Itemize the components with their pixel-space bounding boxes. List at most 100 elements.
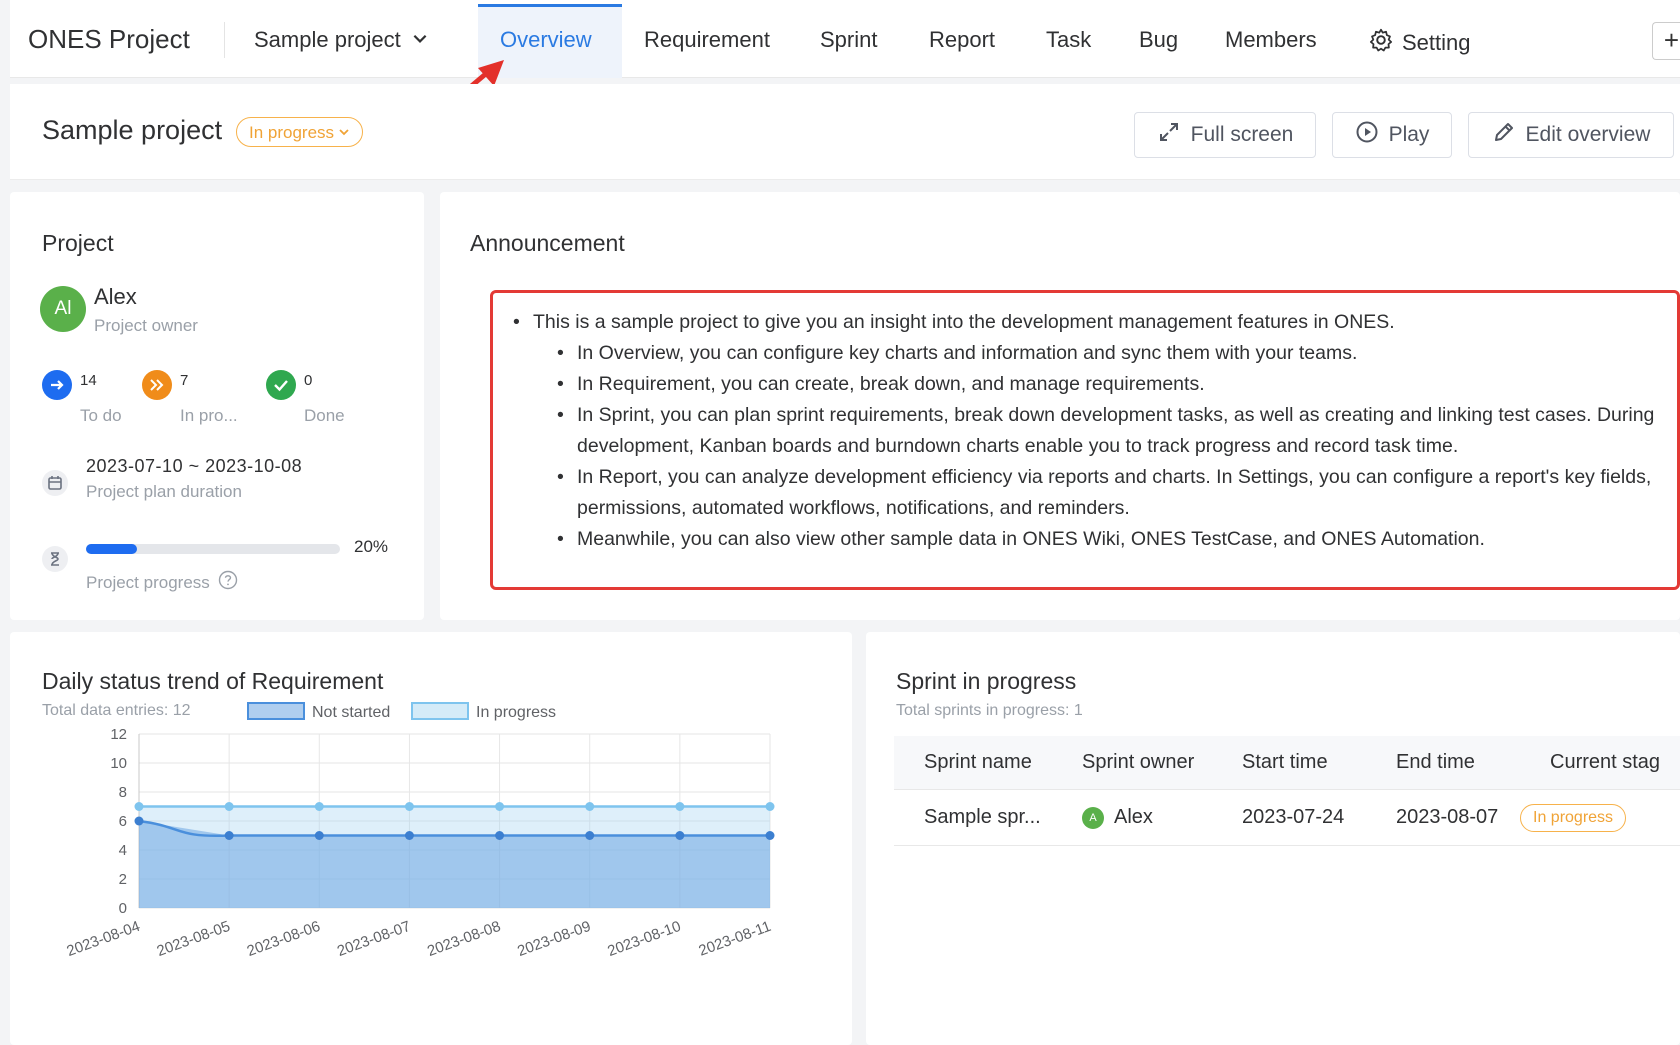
x-tick-label: 2023-08-07 xyxy=(335,918,413,960)
progress-bar-fill xyxy=(86,544,137,554)
x-tick-label: 2023-08-11 xyxy=(696,918,773,960)
avatar: Al xyxy=(40,286,86,332)
expand-icon xyxy=(1157,120,1181,150)
column-header[interactable]: End time xyxy=(1396,751,1475,774)
status-badge[interactable]: In progress xyxy=(236,117,364,147)
plan-dates-label: Project plan duration xyxy=(86,482,242,501)
trend-chart-card: Daily status trend of Requirement Total … xyxy=(10,632,852,1045)
legend-label-not-started: Not started xyxy=(312,704,390,721)
x-tick-label: 2023-08-04 xyxy=(64,918,142,960)
help-icon[interactable] xyxy=(218,570,238,595)
y-tick-label: 4 xyxy=(119,842,127,859)
tab-overview[interactable]: Overview xyxy=(500,27,592,53)
full-screen-label: Full screen xyxy=(1190,123,1294,146)
data-point-in-progress xyxy=(585,802,595,811)
progress-percent: 20% xyxy=(354,537,389,556)
play-button[interactable]: Play xyxy=(1332,112,1452,158)
tab-requirement[interactable]: Requirement xyxy=(644,27,770,53)
chevron-down-icon xyxy=(338,119,350,146)
sprint-table-clip: Sprint name Sprint owner Start time End … xyxy=(866,632,1680,1045)
project-selector-label: Sample project xyxy=(254,27,401,52)
data-point-in-progress xyxy=(134,802,144,811)
tab-bug[interactable]: Bug xyxy=(1139,27,1178,53)
announcement-list: This is a sample project to give you an … xyxy=(511,307,1655,555)
table-header: Sprint name Sprint owner Start time End … xyxy=(894,736,1680,790)
announcement-item: In Overview, you can configure key chart… xyxy=(555,338,1655,369)
announcement-title: Announcement xyxy=(470,230,625,256)
play-label: Play xyxy=(1388,123,1430,146)
announcement-item: This is a sample project to give you an … xyxy=(511,307,1655,338)
owner-role: Project owner xyxy=(94,316,198,335)
column-header[interactable]: Sprint owner xyxy=(1082,751,1194,774)
x-tick-label: 2023-08-05 xyxy=(155,918,233,960)
progress-bar xyxy=(86,544,340,554)
edit-overview-button[interactable]: Edit overview xyxy=(1468,112,1674,158)
in-progress-count: 7 xyxy=(180,372,189,389)
data-point-not-started xyxy=(765,831,775,840)
data-point-not-started xyxy=(404,831,414,840)
data-point-in-progress xyxy=(675,802,685,811)
column-header[interactable]: Current stag xyxy=(1550,751,1660,774)
arrow-right-icon xyxy=(42,370,72,400)
tab-members[interactable]: Members xyxy=(1225,27,1317,53)
check-icon xyxy=(266,370,296,400)
data-point-not-started xyxy=(134,816,144,826)
data-point-in-progress xyxy=(314,802,324,811)
y-tick-label: 2 xyxy=(119,871,127,888)
sprint-name[interactable]: Sample spr... xyxy=(924,806,1041,829)
add-button[interactable]: + xyxy=(1652,22,1680,60)
top-nav: ONES Project Sample project Overview Req… xyxy=(10,0,1680,78)
hourglass-icon xyxy=(42,546,68,572)
chevron-down-icon xyxy=(411,27,429,53)
y-tick-label: 8 xyxy=(119,784,127,801)
legend-swatch-in-progress xyxy=(411,702,469,720)
data-point-not-started xyxy=(224,831,234,840)
legend-swatch-not-started xyxy=(247,702,305,720)
in-progress-label: In pro... xyxy=(180,406,238,425)
page-title: Sample project xyxy=(42,115,223,145)
x-tick-label: 2023-08-08 xyxy=(425,918,503,960)
y-tick-label: 12 xyxy=(110,726,127,743)
data-point-in-progress xyxy=(404,802,414,811)
tab-sprint[interactable]: Sprint xyxy=(820,27,877,53)
edit-overview-label: Edit overview xyxy=(1525,123,1651,146)
y-tick-label: 6 xyxy=(119,813,127,830)
page-header: Sample project In progress Full screen P… xyxy=(10,84,1680,180)
data-point-in-progress xyxy=(224,802,234,811)
y-tick-label: 0 xyxy=(119,900,127,917)
tab-report[interactable]: Report xyxy=(929,27,995,53)
status-badge-label: In progress xyxy=(249,122,335,142)
data-point-not-started xyxy=(314,831,324,840)
tab-setting[interactable]: Setting xyxy=(1368,27,1471,59)
tab-task[interactable]: Task xyxy=(1046,27,1091,53)
tab-setting-label: Setting xyxy=(1402,30,1471,55)
sprint-owner: Alex xyxy=(1114,806,1153,828)
sprint-end: 2023-08-07 xyxy=(1396,806,1499,828)
full-screen-button[interactable]: Full screen xyxy=(1134,112,1316,158)
brand-title: ONES Project xyxy=(28,24,190,54)
sprint-table: Sprint name Sprint owner Start time End … xyxy=(894,736,1680,846)
avatar: A xyxy=(1082,807,1104,829)
announcement-highlight-box: This is a sample project to give you an … xyxy=(490,290,1680,590)
x-tick-label: 2023-08-09 xyxy=(515,918,593,960)
data-point-not-started xyxy=(585,831,595,840)
x-tick-label: 2023-08-06 xyxy=(245,918,323,960)
data-point-not-started xyxy=(675,831,685,840)
owner-name: Alex xyxy=(94,284,137,309)
gear-icon xyxy=(1368,27,1394,59)
table-row[interactable]: Sample spr... A Alex 2023-07-24 2023-08-… xyxy=(894,790,1680,846)
legend-label-in-progress: In progress xyxy=(476,704,556,721)
sprint-start: 2023-07-24 xyxy=(1242,806,1345,828)
column-header[interactable]: Sprint name xyxy=(924,751,1032,774)
announcement-item: Meanwhile, you can also view other sampl… xyxy=(555,524,1655,555)
nav-divider xyxy=(224,22,225,58)
x-tick-label: 2023-08-10 xyxy=(605,918,683,960)
trend-chart: 0 2 4 6 8 10 12 2023-08-04 2023-08-05 2023-08-06 2… xyxy=(64,702,775,960)
y-tick-label: 10 xyxy=(110,755,127,772)
todo-label: To do xyxy=(80,406,122,425)
column-header[interactable]: Start time xyxy=(1242,751,1328,774)
calendar-icon xyxy=(42,470,68,496)
project-selector[interactable]: Sample project xyxy=(254,27,429,53)
announcement-item: In Requirement, you can create, break do… xyxy=(555,369,1655,400)
data-point-not-started xyxy=(495,831,505,840)
